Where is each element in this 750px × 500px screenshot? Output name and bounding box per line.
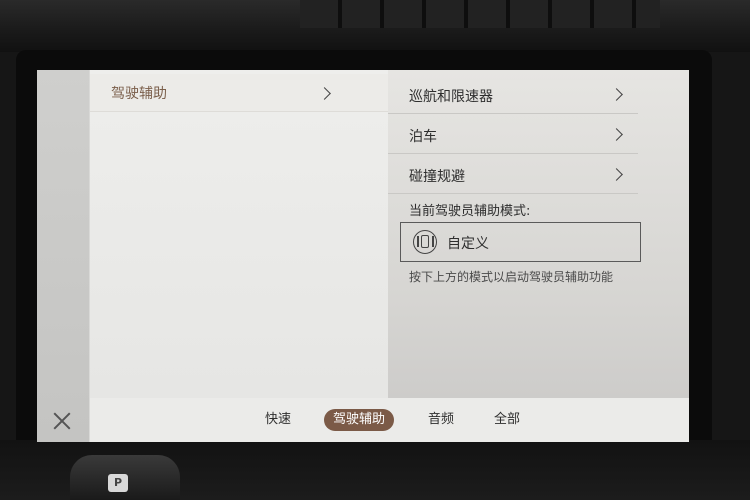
- tab-driver-assist[interactable]: 驾驶辅助: [324, 409, 395, 431]
- menu-item-parking[interactable]: 泊车: [388, 114, 638, 154]
- right-menu-panel: 巡航和限速器 泊车 碰撞规避 当前驾驶员辅助模式: 自定义 按下上方的模式以启动…: [388, 70, 689, 398]
- gear-shifter-park-label: P: [108, 474, 128, 492]
- menu-item-label: 巡航和限速器: [409, 89, 493, 105]
- chevron-right-icon: [610, 168, 623, 181]
- driver-assist-mode-button[interactable]: 自定义: [400, 222, 641, 262]
- driver-assist-mode-icon: [413, 230, 437, 254]
- menu-item-cruise-speed-limiter[interactable]: 巡航和限速器: [388, 74, 638, 114]
- left-menu-item-driver-assist[interactable]: 驾驶辅助: [90, 74, 388, 112]
- left-strip: [37, 70, 89, 442]
- chevron-right-icon: [610, 128, 623, 141]
- tab-quick[interactable]: 快速: [265, 409, 291, 431]
- close-icon[interactable]: [51, 410, 73, 432]
- bottom-tab-bar: 快速 驾驶辅助 音频 全部: [90, 398, 689, 442]
- left-menu-panel: 驾驶辅助: [90, 70, 388, 398]
- menu-item-label: 碰撞规避: [409, 169, 465, 185]
- air-vent: [300, 0, 660, 28]
- chevron-right-icon: [318, 87, 331, 100]
- chevron-right-icon: [610, 88, 623, 101]
- mode-hint-text: 按下上方的模式以启动驾驶员辅助功能: [409, 270, 614, 284]
- menu-item-collision-avoidance[interactable]: 碰撞规避: [388, 154, 638, 194]
- mode-section-label: 当前驾驶员辅助模式:: [409, 204, 531, 219]
- tab-audio[interactable]: 音频: [428, 409, 454, 431]
- mode-value: 自定义: [447, 236, 489, 252]
- menu-item-label: 泊车: [409, 129, 437, 145]
- tab-all[interactable]: 全部: [494, 409, 520, 431]
- left-menu-item-label: 驾驶辅助: [111, 86, 167, 102]
- infotainment-screen: 驾驶辅助 巡航和限速器 泊车 碰撞规避 当前驾驶员辅助模式: 自定义 按下上方的…: [37, 70, 689, 442]
